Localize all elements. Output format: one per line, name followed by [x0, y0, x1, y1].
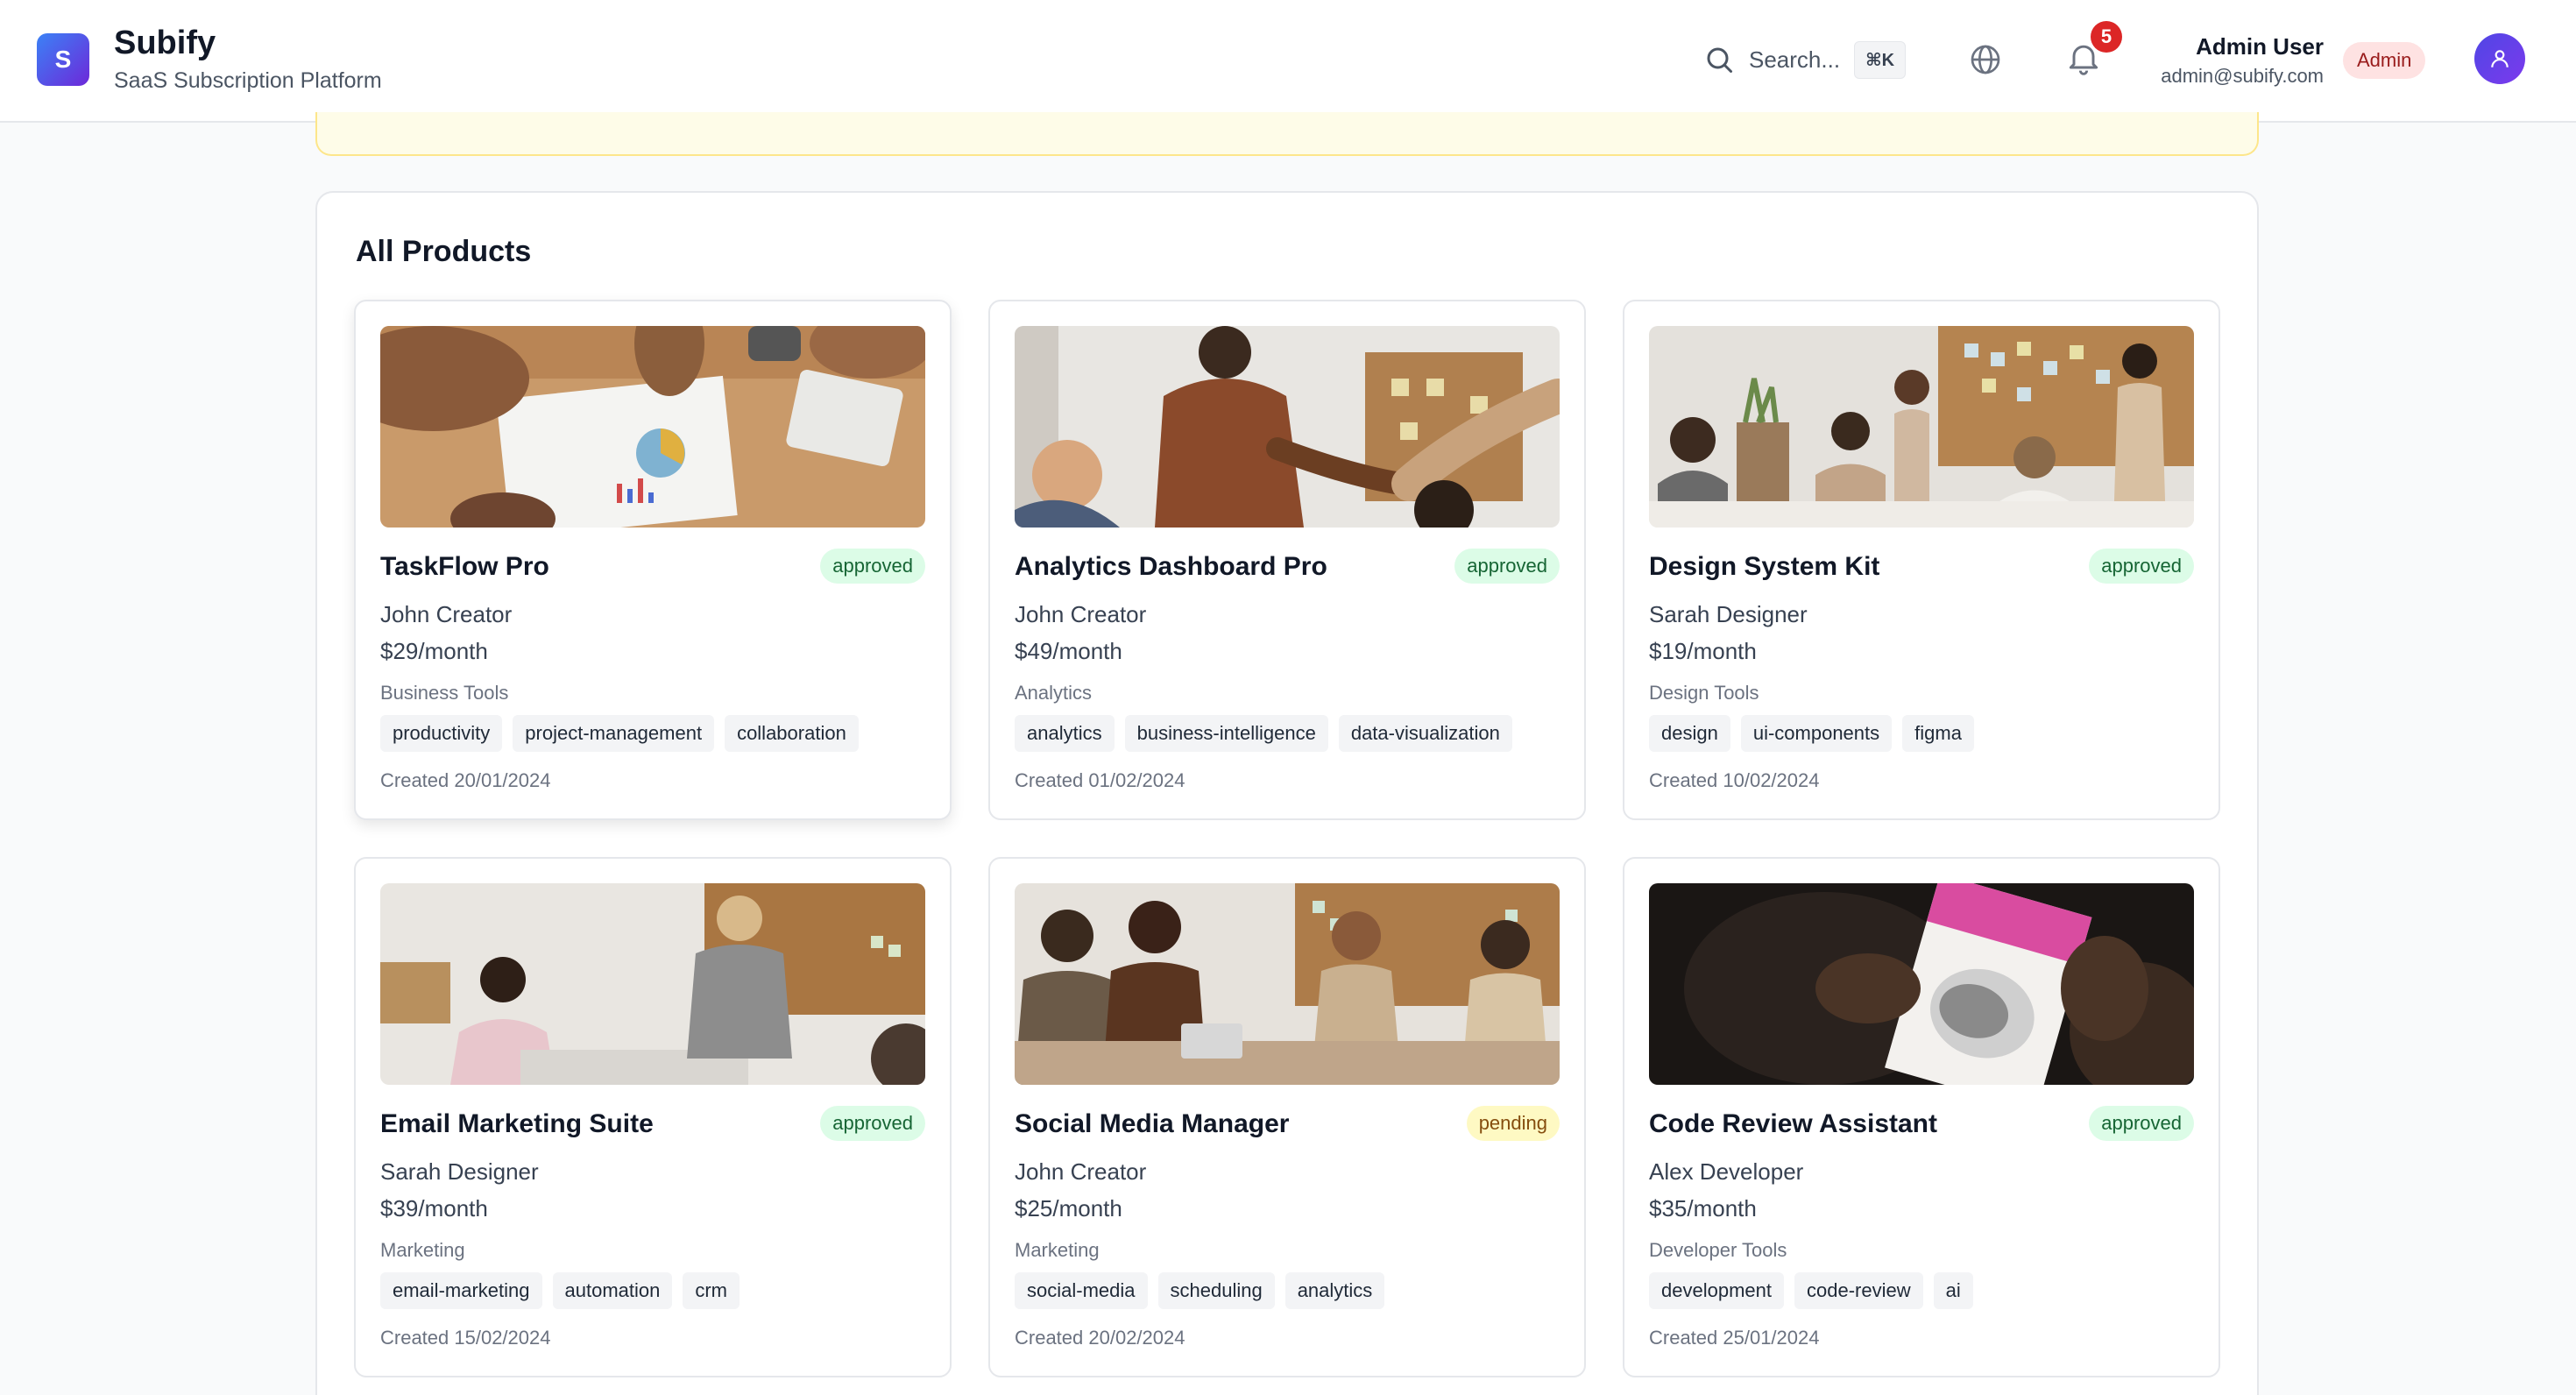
product-creator: John Creator [1015, 601, 1147, 627]
product-category: Design Tools [1649, 682, 1759, 704]
tag-list: email-marketing automation crm [380, 1272, 740, 1309]
tag: social-media [1015, 1272, 1148, 1309]
product-created-date: Created 20/01/2024 [380, 769, 551, 791]
product-category: Business Tools [380, 682, 509, 704]
tag: scheduling [1157, 1272, 1275, 1309]
tag: design [1649, 715, 1730, 752]
product-price: $39/month [380, 1195, 488, 1222]
product-price: $49/month [1015, 638, 1122, 664]
search-icon [1707, 47, 1732, 73]
globe-icon[interactable] [1968, 42, 2003, 77]
product-card[interactable]: TaskFlow Pro approved John Creator $29/m… [354, 300, 952, 820]
tag: figma [1902, 715, 1974, 752]
tag-list: social-media scheduling analytics [1015, 1272, 1385, 1309]
tag: code-review [1794, 1272, 1923, 1309]
product-creator: Alex Developer [1649, 1158, 1804, 1185]
tag-list: development code-review ai [1649, 1272, 1973, 1309]
avatar[interactable] [2474, 33, 2525, 84]
product-creator: Sarah Designer [1649, 601, 1808, 627]
product-price: $29/month [380, 638, 488, 664]
product-image [380, 326, 925, 528]
status-badge: approved [2089, 1106, 2194, 1141]
tag-list: analytics business-intelligence data-vis… [1015, 715, 1512, 752]
tag-list: productivity project-management collabor… [380, 715, 859, 752]
product-name: Design System Kit [1649, 552, 1880, 581]
product-name: Email Marketing Suite [380, 1109, 654, 1138]
product-creator: John Creator [1015, 1158, 1147, 1185]
tag-list: design ui-components figma [1649, 715, 1974, 752]
tag: data-visualization [1338, 715, 1512, 752]
notice-banner [315, 112, 2259, 156]
section-title: All Products [356, 235, 532, 268]
user-email: admin@subify.com [2161, 65, 2324, 87]
tag: project-management [513, 715, 715, 752]
products-panel: All Products TaskFlow Pro approved John … [315, 191, 2259, 1395]
product-creator: Sarah Designer [380, 1158, 539, 1185]
product-created-date: Created 10/02/2024 [1649, 769, 1820, 791]
tag: collaboration [725, 715, 859, 752]
user-icon [2491, 50, 2509, 67]
product-price: $25/month [1015, 1195, 1122, 1222]
product-name: Code Review Assistant [1649, 1109, 1937, 1138]
product-card[interactable]: Design System Kit approved Sarah Designe… [1623, 300, 2220, 820]
product-category: Marketing [1015, 1239, 1100, 1261]
tag: crm [683, 1272, 740, 1309]
search-button[interactable]: Search... ⌘K [1703, 39, 1907, 81]
product-image [1649, 883, 2194, 1085]
product-price: $19/month [1649, 638, 1757, 664]
product-image [380, 883, 925, 1085]
product-created-date: Created 25/01/2024 [1649, 1327, 1820, 1349]
product-image [1649, 326, 2194, 528]
search-shortcut: ⌘K [1854, 40, 1907, 79]
status-badge: pending [1466, 1106, 1560, 1141]
product-created-date: Created 15/02/2024 [380, 1327, 551, 1349]
tag: business-intelligence [1124, 715, 1328, 752]
tag: ui-components [1740, 715, 1893, 752]
product-created-date: Created 20/02/2024 [1015, 1327, 1185, 1349]
product-card[interactable]: Analytics Dashboard Pro approved John Cr… [988, 300, 1586, 820]
status-badge: approved [820, 1106, 925, 1141]
notification-count-badge: 5 [2091, 21, 2122, 53]
status-badge: approved [2089, 549, 2194, 584]
app-name: Subify [114, 25, 216, 61]
tag: ai [1933, 1272, 1973, 1309]
product-category: Developer Tools [1649, 1239, 1787, 1261]
product-created-date: Created 01/02/2024 [1015, 769, 1185, 791]
tag: development [1649, 1272, 1784, 1309]
status-badge: approved [820, 549, 925, 584]
tag: automation [552, 1272, 673, 1309]
product-category: Marketing [380, 1239, 465, 1261]
product-image [1015, 883, 1560, 1085]
product-creator: John Creator [380, 601, 513, 627]
product-card[interactable]: Social Media Manager pending John Creato… [988, 857, 1586, 1377]
user-name: Admin User [2196, 33, 2324, 60]
product-name: Analytics Dashboard Pro [1015, 552, 1327, 581]
product-price: $35/month [1649, 1195, 1757, 1222]
tag: analytics [1015, 715, 1115, 752]
status-badge: approved [1454, 549, 1560, 584]
tag: email-marketing [380, 1272, 542, 1309]
product-category: Analytics [1015, 682, 1093, 704]
product-card[interactable]: Code Review Assistant approved Alex Deve… [1623, 857, 2220, 1377]
tag: productivity [380, 715, 503, 752]
app-tagline: SaaS Subscription Platform [114, 68, 382, 93]
top-header: S Subify SaaS Subscription Platform Sear… [0, 0, 2576, 123]
app-logo[interactable]: S [37, 33, 89, 86]
tag: analytics [1284, 1272, 1385, 1309]
product-name: Social Media Manager [1015, 1109, 1290, 1138]
product-card[interactable]: Email Marketing Suite approved Sarah Des… [354, 857, 952, 1377]
product-image [1015, 326, 1560, 528]
product-name: TaskFlow Pro [380, 552, 549, 581]
user-role-badge: Admin [2343, 42, 2426, 79]
search-label: Search... [1749, 46, 1841, 73]
